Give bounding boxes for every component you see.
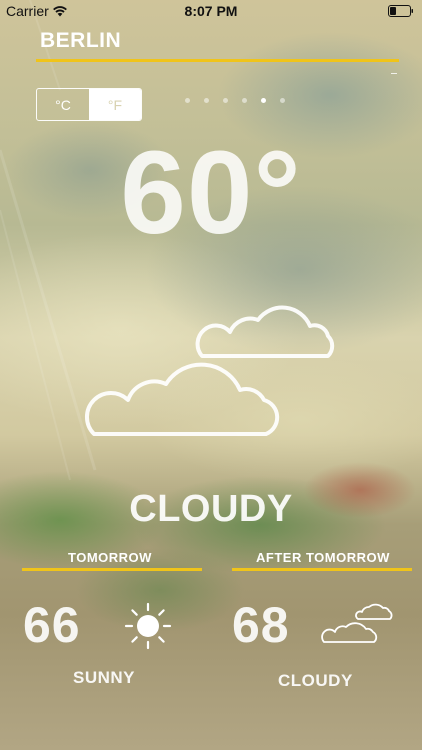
unit-toggle: °C °F (36, 88, 142, 121)
after-tomorrow-temperature: 68 (232, 597, 290, 653)
page-dot[interactable] (280, 98, 285, 103)
after-tomorrow-condition: CLOUDY (278, 671, 353, 690)
tomorrow-divider (22, 568, 202, 571)
page-dot[interactable] (242, 98, 247, 103)
status-time: 8:07 PM (184, 3, 238, 19)
status-bar: Carrier 8:07 PM (0, 0, 422, 22)
clouds-icon-small (321, 603, 393, 643)
tomorrow-temperature: 66 (23, 597, 81, 653)
after-tomorrow-divider (232, 568, 412, 571)
celsius-button[interactable]: °C (37, 89, 89, 120)
city-name[interactable]: BERLIN (40, 29, 121, 53)
sun-icon (124, 602, 172, 650)
after-tomorrow-label: AFTER TOMORROW (256, 550, 390, 565)
page-dot[interactable] (204, 98, 209, 103)
page-dot-active[interactable] (261, 98, 266, 103)
weather-screen: Carrier 8:07 PM BERLIN °C °F 60° CLOUDY … (0, 0, 422, 750)
city-dash (391, 73, 397, 74)
page-dot[interactable] (223, 98, 228, 103)
city-underline (36, 59, 399, 62)
current-condition: CLOUDY (129, 488, 293, 530)
page-dot[interactable] (185, 98, 190, 103)
clouds-icon (84, 305, 335, 436)
tomorrow-condition: SUNNY (73, 668, 136, 687)
page-indicator[interactable] (185, 98, 285, 103)
fahrenheit-button[interactable]: °F (89, 89, 141, 120)
current-temperature: 60° (120, 127, 302, 259)
battery-icon (388, 5, 413, 17)
tomorrow-label: TOMORROW (68, 550, 152, 565)
